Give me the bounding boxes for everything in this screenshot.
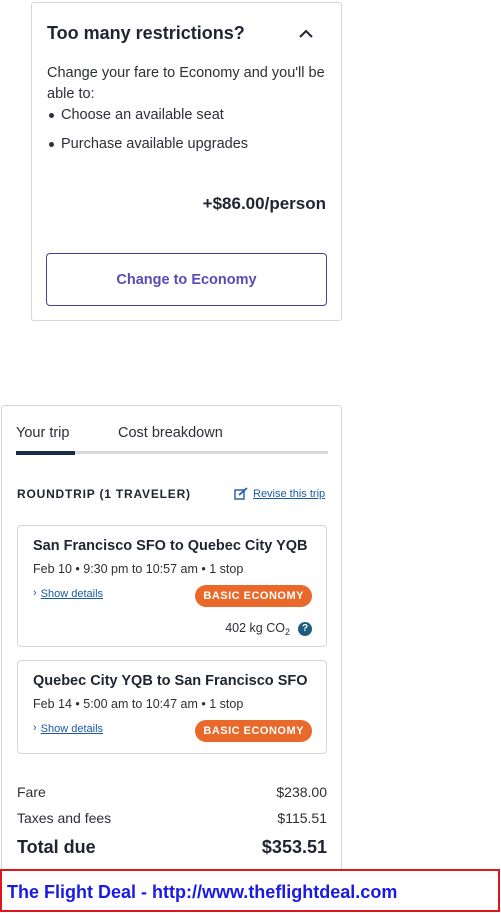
fare-class-badge: BASIC ECONOMY — [195, 585, 312, 607]
upsell-benefits-list: Choose an available seat Purchase availa… — [47, 105, 332, 163]
show-details-label: Show details — [40, 723, 104, 735]
co2-emissions: 402 kg CO2 ? — [225, 621, 312, 637]
show-details-link[interactable]: › Show details — [33, 721, 104, 736]
revise-trip-link[interactable]: Revise this trip — [234, 487, 325, 501]
tab-cost-breakdown[interactable]: Cost breakdown — [118, 425, 223, 441]
show-details-label: Show details — [40, 588, 104, 600]
list-item: Purchase available upgrades — [47, 134, 332, 163]
fare-label: Fare — [17, 784, 46, 800]
fare-row: Fare $238.00 — [17, 784, 327, 800]
flight-segment-outbound: San Francisco SFO to Quebec City YQB Feb… — [17, 525, 327, 647]
chevron-right-icon: › — [33, 586, 37, 599]
upsell-price: +$86.00/person — [202, 194, 326, 213]
taxes-row: Taxes and fees $115.51 — [17, 810, 327, 826]
total-value: $353.51 — [261, 837, 327, 857]
co2-value: 402 kg CO2 — [225, 621, 290, 637]
edit-icon — [234, 487, 248, 500]
tab-active-indicator — [16, 451, 75, 455]
flight-segment-return: Quebec City YQB to San Francisco SFO Feb… — [17, 660, 327, 754]
fare-class-badge: BASIC ECONOMY — [195, 720, 312, 742]
help-icon[interactable]: ? — [298, 622, 312, 636]
total-row: Total due $353.51 — [17, 837, 327, 858]
chevron-up-icon[interactable] — [296, 25, 316, 41]
fare-upsell-card: Too many restrictions? Change your fare … — [31, 2, 342, 321]
show-details-link[interactable]: › Show details — [33, 586, 104, 601]
upsell-description: Change your fare to Economy and you'll b… — [47, 65, 325, 102]
change-to-economy-button[interactable]: Change to Economy — [46, 253, 327, 306]
trip-tabs: Your trip Cost breakdown — [16, 406, 328, 455]
segment-times: Feb 14 • 5:00 am to 10:47 am • 1 stop — [33, 697, 244, 711]
segment-route: San Francisco SFO to Quebec City YQB — [33, 538, 308, 554]
upsell-title: Too many restrictions? — [47, 23, 245, 43]
trip-summary-card: Your trip Cost breakdown ROUNDTRIP (1 TR… — [1, 405, 342, 875]
revise-trip-label: Revise this trip — [253, 488, 326, 500]
segment-route: Quebec City YQB to San Francisco SFO — [33, 673, 308, 689]
watermark-banner: The Flight Deal - http://www.theflightde… — [0, 869, 500, 912]
watermark-text: The Flight Deal - http://www.theflightde… — [7, 882, 398, 902]
taxes-value: $115.51 — [277, 810, 327, 826]
fare-value: $238.00 — [276, 784, 327, 800]
segment-times: Feb 10 • 9:30 pm to 10:57 am • 1 stop — [33, 562, 244, 576]
tab-your-trip[interactable]: Your trip — [16, 425, 69, 441]
taxes-label: Taxes and fees — [17, 810, 112, 826]
chevron-right-icon: › — [33, 721, 37, 734]
list-item: Choose an available seat — [47, 105, 332, 134]
roundtrip-heading: ROUNDTRIP (1 TRAVELER) — [17, 487, 191, 501]
total-label: Total due — [17, 837, 96, 857]
